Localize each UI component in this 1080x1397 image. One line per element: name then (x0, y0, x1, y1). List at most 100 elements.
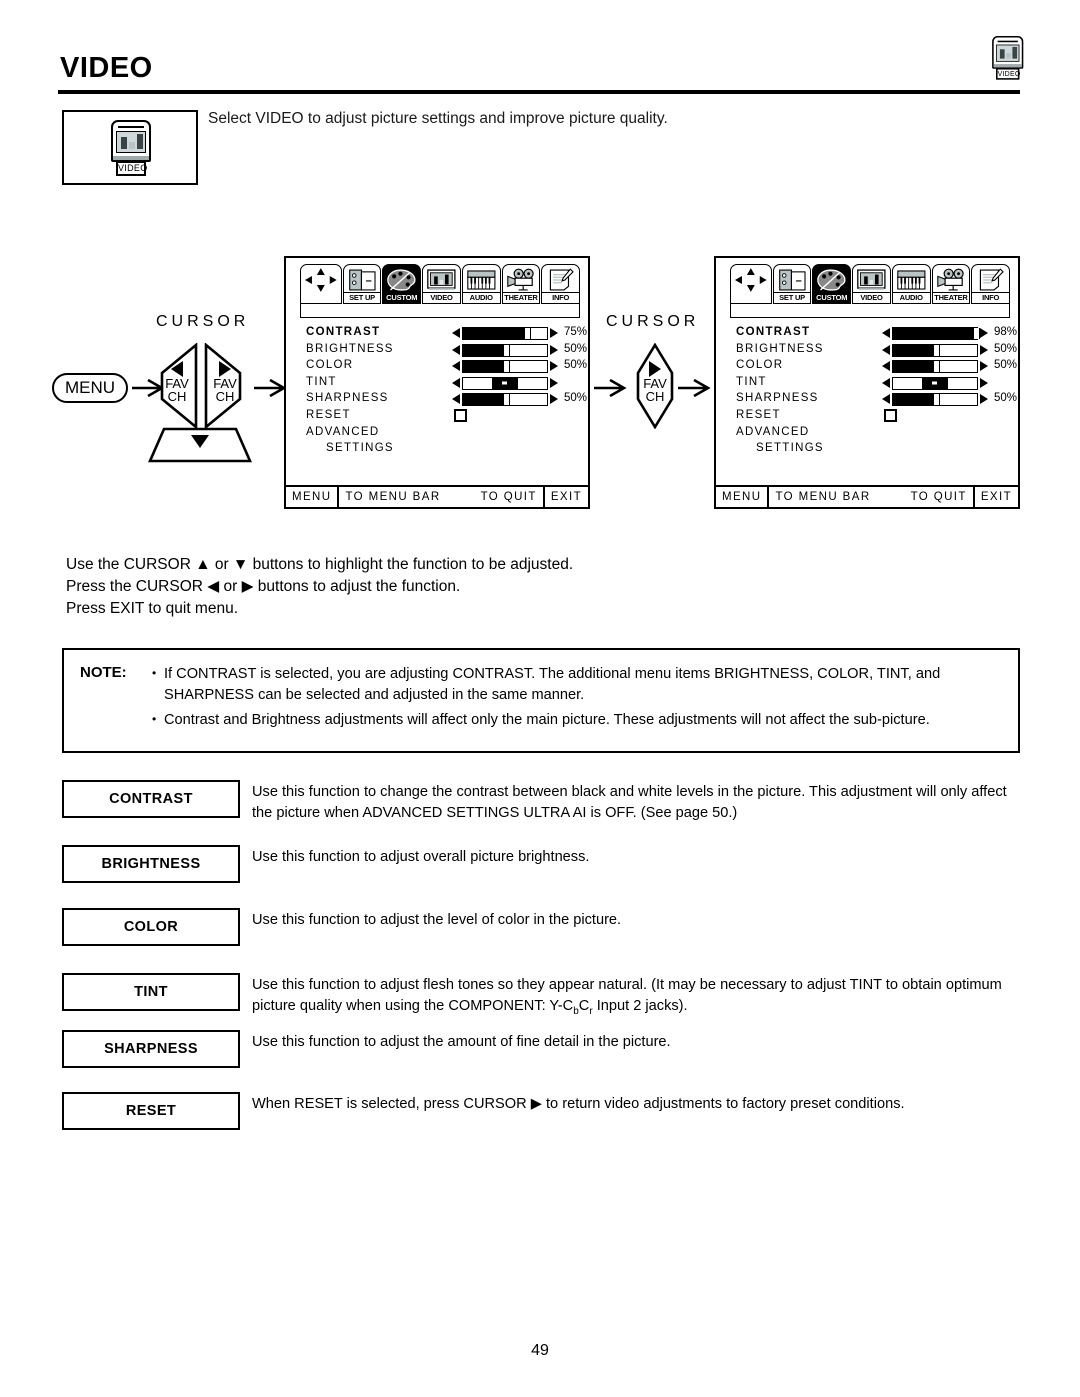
osd-row-color[interactable]: COLOR 50% (736, 359, 1017, 376)
osd-tab-cursor[interactable] (730, 264, 772, 304)
osd-row-contrast[interactable]: CONTRAST 75% (306, 326, 587, 343)
function-description: When RESET is selected, press CURSOR ▶ t… (252, 1096, 905, 1112)
slider-left-arrow-icon[interactable] (882, 328, 890, 338)
slider-thumb[interactable] (502, 394, 510, 406)
slider-right-arrow-icon[interactable] (980, 361, 988, 372)
osd-row-reset[interactable]: RESET (736, 408, 1008, 426)
osd-slider[interactable] (882, 376, 988, 390)
slider-thumb[interactable] (523, 328, 531, 339)
osd-footer-bar: MENU TO MENU BAR TO QUIT EXIT (716, 485, 1018, 507)
slider-thumb[interactable] (502, 344, 510, 356)
osd-tab-audio[interactable]: AUDIO (891, 264, 931, 304)
slider-thumb[interactable] (932, 361, 940, 373)
slider-right-arrow-icon[interactable] (980, 377, 988, 388)
flow-arrow-icon (676, 377, 716, 399)
slider-right-arrow-icon[interactable] (550, 344, 558, 355)
slider-left-arrow-icon[interactable] (452, 328, 460, 338)
osd-tab-label: THEATER (502, 292, 540, 303)
osd-row-advanced[interactable]: ADVANCED (306, 426, 578, 443)
osd-row-sharpness[interactable]: SHARPNESS 50% (306, 392, 587, 409)
bar-chart-bar (129, 142, 135, 149)
osd-row-tint[interactable]: TINT (306, 376, 578, 393)
osd-row-brightness[interactable]: BRIGHTNESS 50% (736, 342, 1017, 360)
slider-track[interactable] (892, 393, 978, 407)
osd-row-label: COLOR (736, 359, 784, 372)
osd-tab-custom[interactable]: CUSTOM (812, 264, 852, 304)
osd-footer-menu[interactable]: MENU (286, 487, 340, 507)
osd-footer-menu[interactable]: MENU (716, 487, 770, 507)
slider-track[interactable] (892, 327, 980, 340)
osd-slider[interactable] (452, 360, 558, 374)
slider-thumb[interactable] (932, 344, 940, 356)
slider-track[interactable] (462, 376, 548, 390)
osd-slider[interactable] (452, 393, 558, 407)
slider-right-arrow-icon[interactable] (980, 394, 988, 405)
slider-thumb[interactable] (972, 328, 980, 339)
slider-track[interactable] (462, 393, 548, 407)
info-document-icon (545, 267, 576, 293)
osd-row-settings[interactable]: SETTINGS (306, 442, 578, 459)
video-icon-box: VIDEO (62, 110, 198, 185)
osd-row-sharpness[interactable]: SHARPNESS 50% (736, 392, 1017, 409)
slider-right-arrow-icon[interactable] (980, 344, 988, 355)
osd-tab-video[interactable]: VIDEO (422, 264, 461, 304)
instruction-line: Use the CURSOR ▲ or ▼ buttons to highlig… (66, 556, 574, 573)
slider-track[interactable] (462, 360, 548, 374)
slider-left-arrow-icon[interactable] (882, 377, 890, 388)
slider-track[interactable] (892, 376, 978, 390)
osd-tab-cursor[interactable] (300, 264, 342, 304)
slider-track[interactable] (892, 360, 978, 374)
slider-right-arrow-icon[interactable] (550, 377, 558, 388)
reset-checkbox[interactable] (884, 408, 897, 422)
slider-left-arrow-icon[interactable] (452, 361, 460, 372)
osd-tab-set-up[interactable]: SET UP (342, 264, 382, 304)
osd-footer-exit[interactable]: EXIT (545, 487, 588, 507)
osd-row-settings[interactable]: SETTINGS (736, 442, 1008, 459)
slider-left-arrow-icon[interactable] (882, 394, 890, 405)
slider-thumb[interactable] (502, 361, 510, 373)
osd-slider[interactable] (452, 343, 558, 357)
osd-tab-theater[interactable]: THEATER (501, 264, 541, 304)
slider-right-arrow-icon[interactable] (980, 328, 988, 338)
osd-tab-info[interactable]: INFO (971, 264, 1010, 304)
slider-track[interactable] (462, 343, 548, 357)
osd-screen-right: SET UP CUSTOM VIDEO AUDIO THEATER INFO CONTRAS… (714, 256, 1020, 509)
osd-slider[interactable] (452, 327, 558, 340)
osd-row-list: CONTRAST 75% BRIGHTNESS 50% COLOR 50% TINT SHAR… (306, 326, 587, 459)
osd-tab-custom[interactable]: CUSTOM (382, 264, 422, 304)
slider-right-arrow-icon[interactable] (550, 361, 558, 372)
osd-slider[interactable] (882, 327, 988, 340)
osd-row-contrast[interactable]: CONTRAST 98% (736, 326, 1017, 343)
osd-footer-exit[interactable]: EXIT (975, 487, 1018, 507)
osd-tab-info[interactable]: INFO (541, 264, 580, 304)
slider-thumb[interactable] (932, 394, 940, 406)
bar-chart-bar (1012, 46, 1018, 59)
osd-slider[interactable] (882, 393, 988, 407)
slider-left-arrow-icon[interactable] (452, 377, 460, 388)
slider-track[interactable] (462, 327, 548, 340)
triangle-right-icon (219, 361, 231, 377)
osd-tab-video[interactable]: VIDEO (852, 264, 891, 304)
osd-row-reset[interactable]: RESET (306, 408, 578, 426)
osd-row-brightness[interactable]: BRIGHTNESS 50% (306, 343, 587, 360)
osd-row-tint[interactable]: TINT (736, 376, 1008, 393)
osd-tab-set-up[interactable]: SET UP (772, 264, 812, 304)
slider-left-arrow-icon[interactable] (882, 361, 890, 372)
slider-left-arrow-icon[interactable] (452, 394, 460, 405)
reset-checkbox[interactable] (454, 408, 467, 422)
slider-track[interactable] (892, 343, 978, 357)
osd-tab-theater[interactable]: THEATER (931, 264, 971, 304)
osd-row-advanced[interactable]: ADVANCED (736, 426, 1008, 443)
osd-slider[interactable] (452, 376, 558, 390)
slider-right-arrow-icon[interactable] (550, 328, 558, 338)
osd-value-percent: 50% (994, 392, 1018, 405)
slider-right-arrow-icon[interactable] (550, 394, 558, 405)
cursor-label: CURSOR (606, 313, 700, 330)
osd-slider[interactable] (882, 360, 988, 374)
osd-row-label: BRIGHTNESS (736, 342, 824, 355)
slider-left-arrow-icon[interactable] (882, 344, 890, 355)
osd-slider[interactable] (882, 343, 988, 357)
osd-row-color[interactable]: COLOR 50% (306, 359, 587, 376)
osd-tab-audio[interactable]: AUDIO (461, 264, 501, 304)
slider-left-arrow-icon[interactable] (452, 344, 460, 355)
